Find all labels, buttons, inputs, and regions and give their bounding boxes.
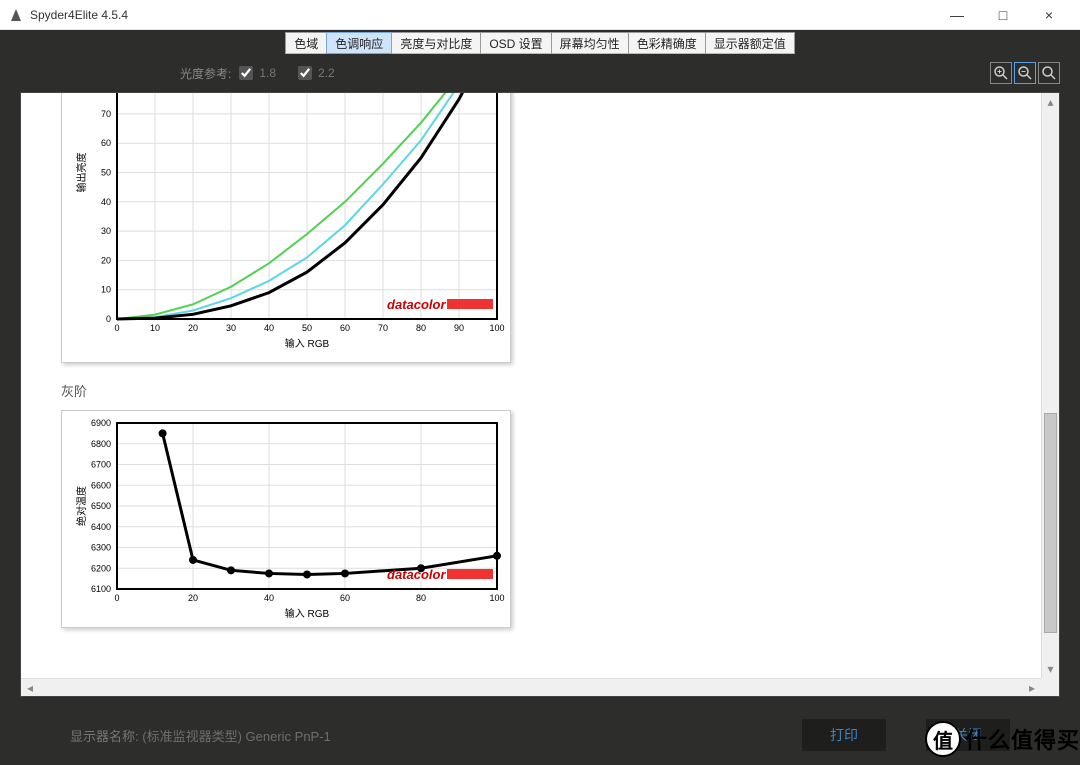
grayscale-title: 灰阶 — [61, 381, 1021, 400]
gamma-18-option: 1.8 — [239, 66, 276, 80]
viewport-inner: 0102030405060708090100010203040506070809… — [21, 93, 1041, 678]
svg-text:80: 80 — [416, 323, 426, 333]
svg-text:输出亮度: 输出亮度 — [75, 153, 88, 193]
close-button[interactable]: × — [1026, 0, 1072, 30]
svg-text:6900: 6900 — [91, 418, 111, 428]
scroll-right-arrow[interactable]: ▸ — [1023, 679, 1041, 697]
svg-text:50: 50 — [101, 168, 111, 178]
grayscale-chart: 0 20 40 60 80 100 6100 6200 6300 6400 6500 6600 6700… — [61, 410, 511, 628]
vscroll-thumb[interactable] — [1044, 413, 1057, 633]
svg-text:40: 40 — [264, 323, 274, 333]
tab-uniformity[interactable]: 屏幕均匀性 — [551, 32, 629, 54]
svg-text:100: 100 — [489, 593, 504, 603]
svg-text:30: 30 — [226, 323, 236, 333]
svg-text:6800: 6800 — [91, 439, 111, 449]
svg-text:6200: 6200 — [91, 563, 111, 573]
footer-actions: 打印 关闭 — [802, 719, 1010, 751]
options-row: 光度参考: 1.8 2.2 — [0, 54, 1080, 92]
svg-text:10: 10 — [150, 323, 160, 333]
hscroll-track[interactable] — [39, 679, 1023, 697]
gamma-22-value: 2.2 — [318, 66, 335, 80]
svg-text:20: 20 — [101, 255, 111, 265]
tab-osd-settings[interactable]: OSD 设置 — [480, 32, 551, 54]
gamma-18-value: 1.8 — [259, 66, 276, 80]
window-controls: — □ × — [934, 0, 1072, 30]
svg-text:30: 30 — [101, 226, 111, 236]
footer: 显示器名称: (标准监视器类型) Generic PnP-1 打印 关闭 — [0, 705, 1080, 765]
app-icon — [8, 7, 24, 23]
gamma-18-checkbox[interactable] — [239, 66, 253, 80]
zoom-fit-button[interactable] — [1038, 62, 1060, 84]
zoom-fit-icon — [1041, 65, 1057, 81]
app-shell: 色域 色调响应 亮度与对比度 OSD 设置 屏幕均匀性 色彩精确度 显示器额定值… — [0, 30, 1080, 765]
scroll-corner — [1041, 678, 1059, 696]
svg-text:10: 10 — [101, 285, 111, 295]
svg-text:40: 40 — [101, 197, 111, 207]
svg-text:20: 20 — [188, 323, 198, 333]
app-title: Spyder4Elite 4.5.4 — [30, 8, 128, 22]
tab-tone-response[interactable]: 色调响应 — [326, 32, 392, 54]
svg-text:0: 0 — [114, 593, 119, 603]
svg-text:输入 RGB: 输入 RGB — [285, 337, 330, 350]
tab-brightness-contrast[interactable]: 亮度与对比度 — [391, 32, 481, 54]
svg-text:70: 70 — [101, 109, 111, 119]
svg-text:80: 80 — [416, 593, 426, 603]
svg-text:6500: 6500 — [91, 501, 111, 511]
monitor-name-label: 显示器名称: — [70, 726, 139, 745]
gamma-22-checkbox[interactable] — [298, 66, 312, 80]
svg-text:6600: 6600 — [91, 480, 111, 490]
svg-text:60: 60 — [101, 138, 111, 148]
svg-text:100: 100 — [489, 323, 504, 333]
svg-text:50: 50 — [302, 323, 312, 333]
monitor-name-value: (标准监视器类型) Generic PnP-1 — [142, 726, 331, 745]
scroll-down-arrow[interactable]: ▾ — [1042, 660, 1059, 678]
svg-text:20: 20 — [188, 593, 198, 603]
svg-text:6100: 6100 — [91, 584, 111, 594]
tab-gamut[interactable]: 色域 — [285, 32, 327, 54]
svg-text:90: 90 — [454, 323, 464, 333]
svg-text:datacolor: datacolor — [387, 297, 446, 312]
vscroll-track[interactable] — [1042, 111, 1059, 660]
svg-text:绝对温度: 绝对温度 — [75, 486, 88, 526]
print-button[interactable]: 打印 — [802, 719, 886, 751]
zoom-out-button[interactable] — [1014, 62, 1036, 84]
svg-text:60: 60 — [340, 323, 350, 333]
titlebar: Spyder4Elite 4.5.4 — □ × — [0, 0, 1080, 30]
gamma-22-option: 2.2 — [298, 66, 335, 80]
maximize-button[interactable]: □ — [980, 0, 1026, 30]
scroll-up-arrow[interactable]: ▴ — [1042, 93, 1059, 111]
close-report-button[interactable]: 关闭 — [926, 719, 1010, 751]
svg-text:0: 0 — [114, 323, 119, 333]
zoom-tools — [990, 62, 1060, 84]
vertical-scrollbar[interactable]: ▴ ▾ — [1041, 93, 1059, 678]
gamma-ref-label: 光度参考: — [180, 65, 231, 82]
tab-color-accuracy[interactable]: 色彩精确度 — [628, 32, 706, 54]
scroll-left-arrow[interactable]: ◂ — [21, 679, 39, 697]
minimize-button[interactable]: — — [934, 0, 980, 30]
tab-monitor-rating[interactable]: 显示器额定值 — [705, 32, 795, 54]
horizontal-scrollbar[interactable]: ◂ ▸ — [21, 678, 1041, 696]
zoom-in-button[interactable] — [990, 62, 1012, 84]
tone-response-svg: 0102030405060708090100010203040506070809… — [62, 93, 512, 364]
svg-text:输入 RGB: 输入 RGB — [285, 607, 330, 620]
grayscale-svg: 0 20 40 60 80 100 6100 6200 6300 6400 6500 6600 6700… — [62, 411, 512, 629]
svg-text:datacolor: datacolor — [387, 567, 446, 582]
svg-text:6400: 6400 — [91, 522, 111, 532]
svg-text:6700: 6700 — [91, 460, 111, 470]
tone-response-chart: 0102030405060708090100010203040506070809… — [61, 93, 511, 363]
tab-bar: 色域 色调响应 亮度与对比度 OSD 设置 屏幕均匀性 色彩精确度 显示器额定值 — [0, 30, 1080, 54]
svg-text:6300: 6300 — [91, 543, 111, 553]
svg-text:0: 0 — [106, 314, 111, 324]
zoom-in-icon — [993, 65, 1009, 81]
svg-text:70: 70 — [378, 323, 388, 333]
svg-text:40: 40 — [264, 593, 274, 603]
svg-text:60: 60 — [340, 593, 350, 603]
chart-viewport: 0102030405060708090100010203040506070809… — [20, 92, 1060, 697]
zoom-out-icon — [1017, 65, 1033, 81]
